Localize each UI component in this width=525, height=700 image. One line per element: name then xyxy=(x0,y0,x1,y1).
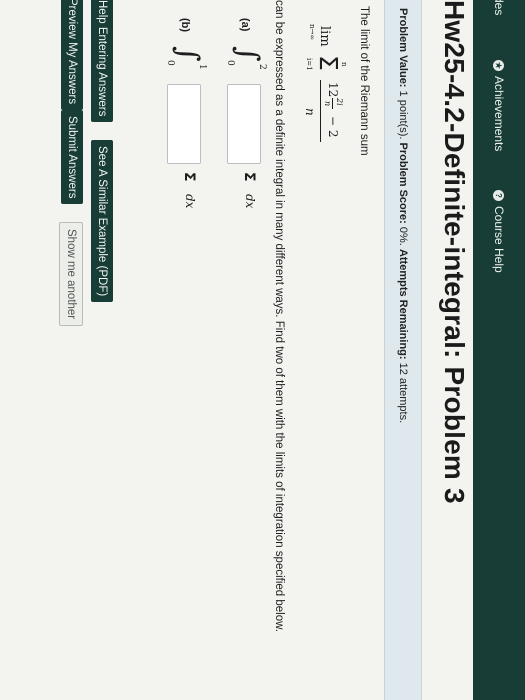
page-title: Hw25-4.2-Definite-integral: Problem 3 xyxy=(439,0,470,504)
integral-sign-icon: ∫ xyxy=(230,46,265,62)
fraction-numerator: 2i xyxy=(335,98,344,106)
part-b-label: (b) xyxy=(179,18,191,33)
nav-item-grades-label: des xyxy=(492,0,506,16)
sum-lower-index: i=1 xyxy=(305,58,313,71)
limit-symbol: lim xyxy=(317,26,332,47)
problem-statement-intro: The limit of the Riemann sum xyxy=(358,6,370,156)
part-a-answer-input[interactable] xyxy=(227,84,261,164)
nav-item-course-help[interactable]: ? Course Help xyxy=(473,190,525,273)
show-another-button[interactable]: Show me another xyxy=(59,222,83,327)
part-a: (a) ∫ 2 0 Σ dx xyxy=(219,18,267,248)
denominator-n: n xyxy=(303,108,317,116)
photo-stage: des ★ Achievements ? Course Help Hw25-4.2-… xyxy=(0,0,525,700)
action-buttons: Help Entering Answers See A Similar Exam… xyxy=(45,0,115,700)
homework-page: des ★ Achievements ? Course Help Hw25-4.2-… xyxy=(0,0,525,700)
numerator-constant: 12 xyxy=(326,82,340,98)
top-nav-bar: des ★ Achievements ? Course Help xyxy=(473,0,525,700)
part-b-answer-input[interactable] xyxy=(167,84,201,164)
nav-item-achievements[interactable]: ★ Achievements xyxy=(473,60,525,151)
attempts-remaining-label: Attempts Remaining: xyxy=(397,248,409,360)
limit-subscript: n→∞ xyxy=(308,24,316,41)
part-a-label: (a) xyxy=(239,18,251,32)
part-a-equation-editor-button[interactable]: Σ xyxy=(241,172,257,182)
problem-info-bar: Problem Value: 1 point(s). Problem Score… xyxy=(384,0,422,700)
similar-example-button[interactable]: See A Similar Example (PDF) xyxy=(91,140,113,303)
nav-item-course-help-label: Course Help xyxy=(492,206,506,273)
fraction-denominator: n xyxy=(323,101,332,107)
question-icon: ? xyxy=(492,190,504,201)
part-b-equation-editor-button[interactable]: Σ xyxy=(181,172,197,182)
integral-sign-icon: ∫ xyxy=(170,46,205,62)
submit-answers-button[interactable]: Submit Answers xyxy=(61,110,83,205)
nav-item-achievements-label: Achievements xyxy=(492,76,506,152)
part-a-dx: dx xyxy=(243,194,257,209)
preview-answers-button[interactable]: Preview My Answers xyxy=(61,0,83,111)
help-entering-answers-button[interactable]: Help Entering Answers xyxy=(91,0,113,123)
part-b-lower-limit: 0 xyxy=(165,60,175,66)
attempts-remaining: 12 attempts. xyxy=(397,362,409,424)
problem-score-label: Problem Score: xyxy=(397,142,409,224)
minus-constant: − 2 xyxy=(326,116,340,138)
problem-value: 1 point(s). xyxy=(397,90,409,140)
inner-fraction-bar xyxy=(332,98,333,109)
part-b-upper-limit: 1 xyxy=(197,64,207,70)
part-a-upper-limit: 2 xyxy=(257,64,267,70)
problem-statement-task: can be expressed as a definite integral … xyxy=(273,0,285,632)
main-fraction-bar xyxy=(320,80,321,142)
star-icon: ★ xyxy=(492,60,504,71)
problem-value-label: Problem Value: xyxy=(397,8,409,88)
riemann-sum-formula: lim n→∞ n Σ i=1 12 2i n − 2 n xyxy=(295,24,350,174)
part-b: (b) ∫ 1 0 Σ dx xyxy=(159,18,207,248)
nav-item-grades[interactable]: des xyxy=(473,0,525,15)
part-a-lower-limit: 0 xyxy=(225,60,235,66)
sigma-symbol: Σ xyxy=(314,55,343,71)
problem-score: 0%. xyxy=(397,226,409,246)
part-b-dx: dx xyxy=(183,194,197,209)
